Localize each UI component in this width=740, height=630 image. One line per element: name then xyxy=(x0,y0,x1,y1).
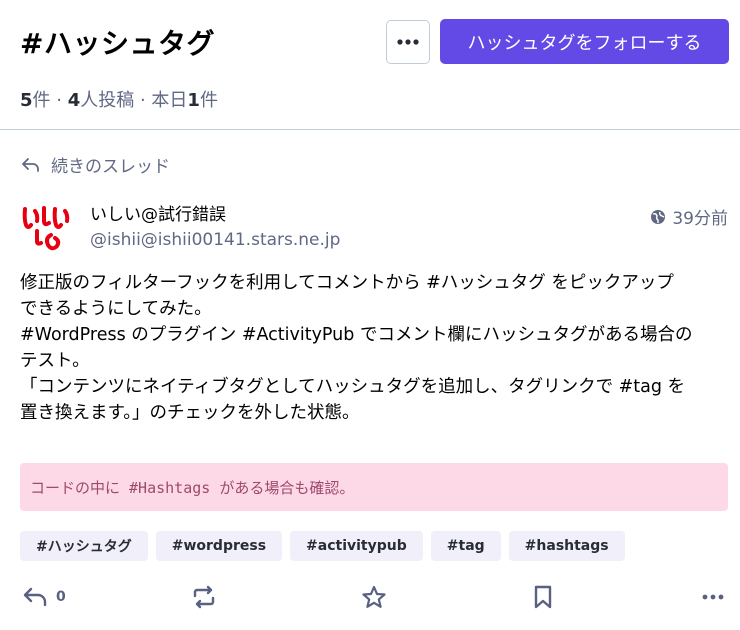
post-time-text: 39分前 xyxy=(672,209,728,229)
today-unit: 件 xyxy=(199,90,218,111)
post-content: 修正版のフィルターフックを利用してコメントから #ハッシュタグ をピックアップ … xyxy=(20,270,725,426)
posts-count: 5 xyxy=(20,90,33,111)
code-block: コードの中に #Hashtags がある場合も確認。 xyxy=(20,463,728,511)
continue-thread-label: 続きのスレッド xyxy=(51,157,170,177)
boost-button[interactable] xyxy=(191,578,217,616)
author-name[interactable]: いしい@試行錯誤 xyxy=(90,200,226,225)
page-title: #ハッシュタグ xyxy=(20,27,215,60)
post-timestamp[interactable]: 39分前 xyxy=(650,204,728,229)
users-unit: 人投稿 · 本日 xyxy=(80,90,188,111)
post-line: 「コンテンツにネイティブタグとしてハッシュタグを追加し、タグリンクで #tag … xyxy=(20,377,686,397)
continue-thread-link[interactable]: 続きのスレッド xyxy=(22,152,170,177)
hashtag-stats: 5件 · 4人投稿 · 本日1件 xyxy=(20,86,218,112)
hashtag-chip[interactable]: #hashtags xyxy=(508,531,625,561)
post-line: #WordPress のプラグイン #ActivityPub でコメント欄にハッ… xyxy=(20,325,693,345)
globe-icon xyxy=(651,209,666,224)
avatar-logo-icon xyxy=(20,201,74,255)
post-line: テスト。 xyxy=(20,351,90,371)
today-count: 1 xyxy=(187,90,200,111)
users-count: 4 xyxy=(67,90,81,111)
favourite-button[interactable] xyxy=(361,578,387,616)
bookmark-icon xyxy=(534,585,552,609)
avatar[interactable] xyxy=(20,201,74,255)
post-more-button[interactable] xyxy=(702,578,724,616)
author-handle[interactable]: @ishii@ishii00141.stars.ne.jp xyxy=(90,230,340,250)
ellipsis-icon xyxy=(702,594,724,600)
hashtag-header: #ハッシュタグ ハッシュタグをフォローする 5件 · 4人投稿 · 本日1件 xyxy=(0,0,740,130)
post-line: 修正版のフィルターフックを利用してコメントから #ハッシュタグ をピックアップ xyxy=(20,273,674,293)
boost-icon xyxy=(193,585,215,609)
reply-button[interactable]: 0 xyxy=(22,578,66,616)
bookmark-button[interactable] xyxy=(532,578,554,616)
post-action-bar: 0 xyxy=(0,578,740,618)
hashtag-chip[interactable]: #wordpress xyxy=(155,531,283,561)
reply-arrow-icon xyxy=(22,157,39,172)
reply-count: 0 xyxy=(56,589,66,605)
hashtag-bar: #ハッシュタグ #wordpress #activitypub #tag #ha… xyxy=(20,531,625,561)
more-options-button[interactable] xyxy=(386,20,430,64)
hashtag-chip[interactable]: #activitypub xyxy=(290,531,423,561)
post-line: 置き換えます。」のチェックを外した状態。 xyxy=(20,403,360,423)
hashtag-chip[interactable]: #ハッシュタグ xyxy=(20,531,148,561)
ellipsis-icon xyxy=(397,39,419,45)
post-line: できるようにしてみた。 xyxy=(20,299,212,319)
hashtag-chip[interactable]: #tag xyxy=(430,531,501,561)
posts-unit: 件 · xyxy=(32,90,68,111)
star-icon xyxy=(362,585,386,608)
follow-hashtag-button[interactable]: ハッシュタグをフォローする xyxy=(440,19,729,64)
reply-icon xyxy=(23,587,47,607)
